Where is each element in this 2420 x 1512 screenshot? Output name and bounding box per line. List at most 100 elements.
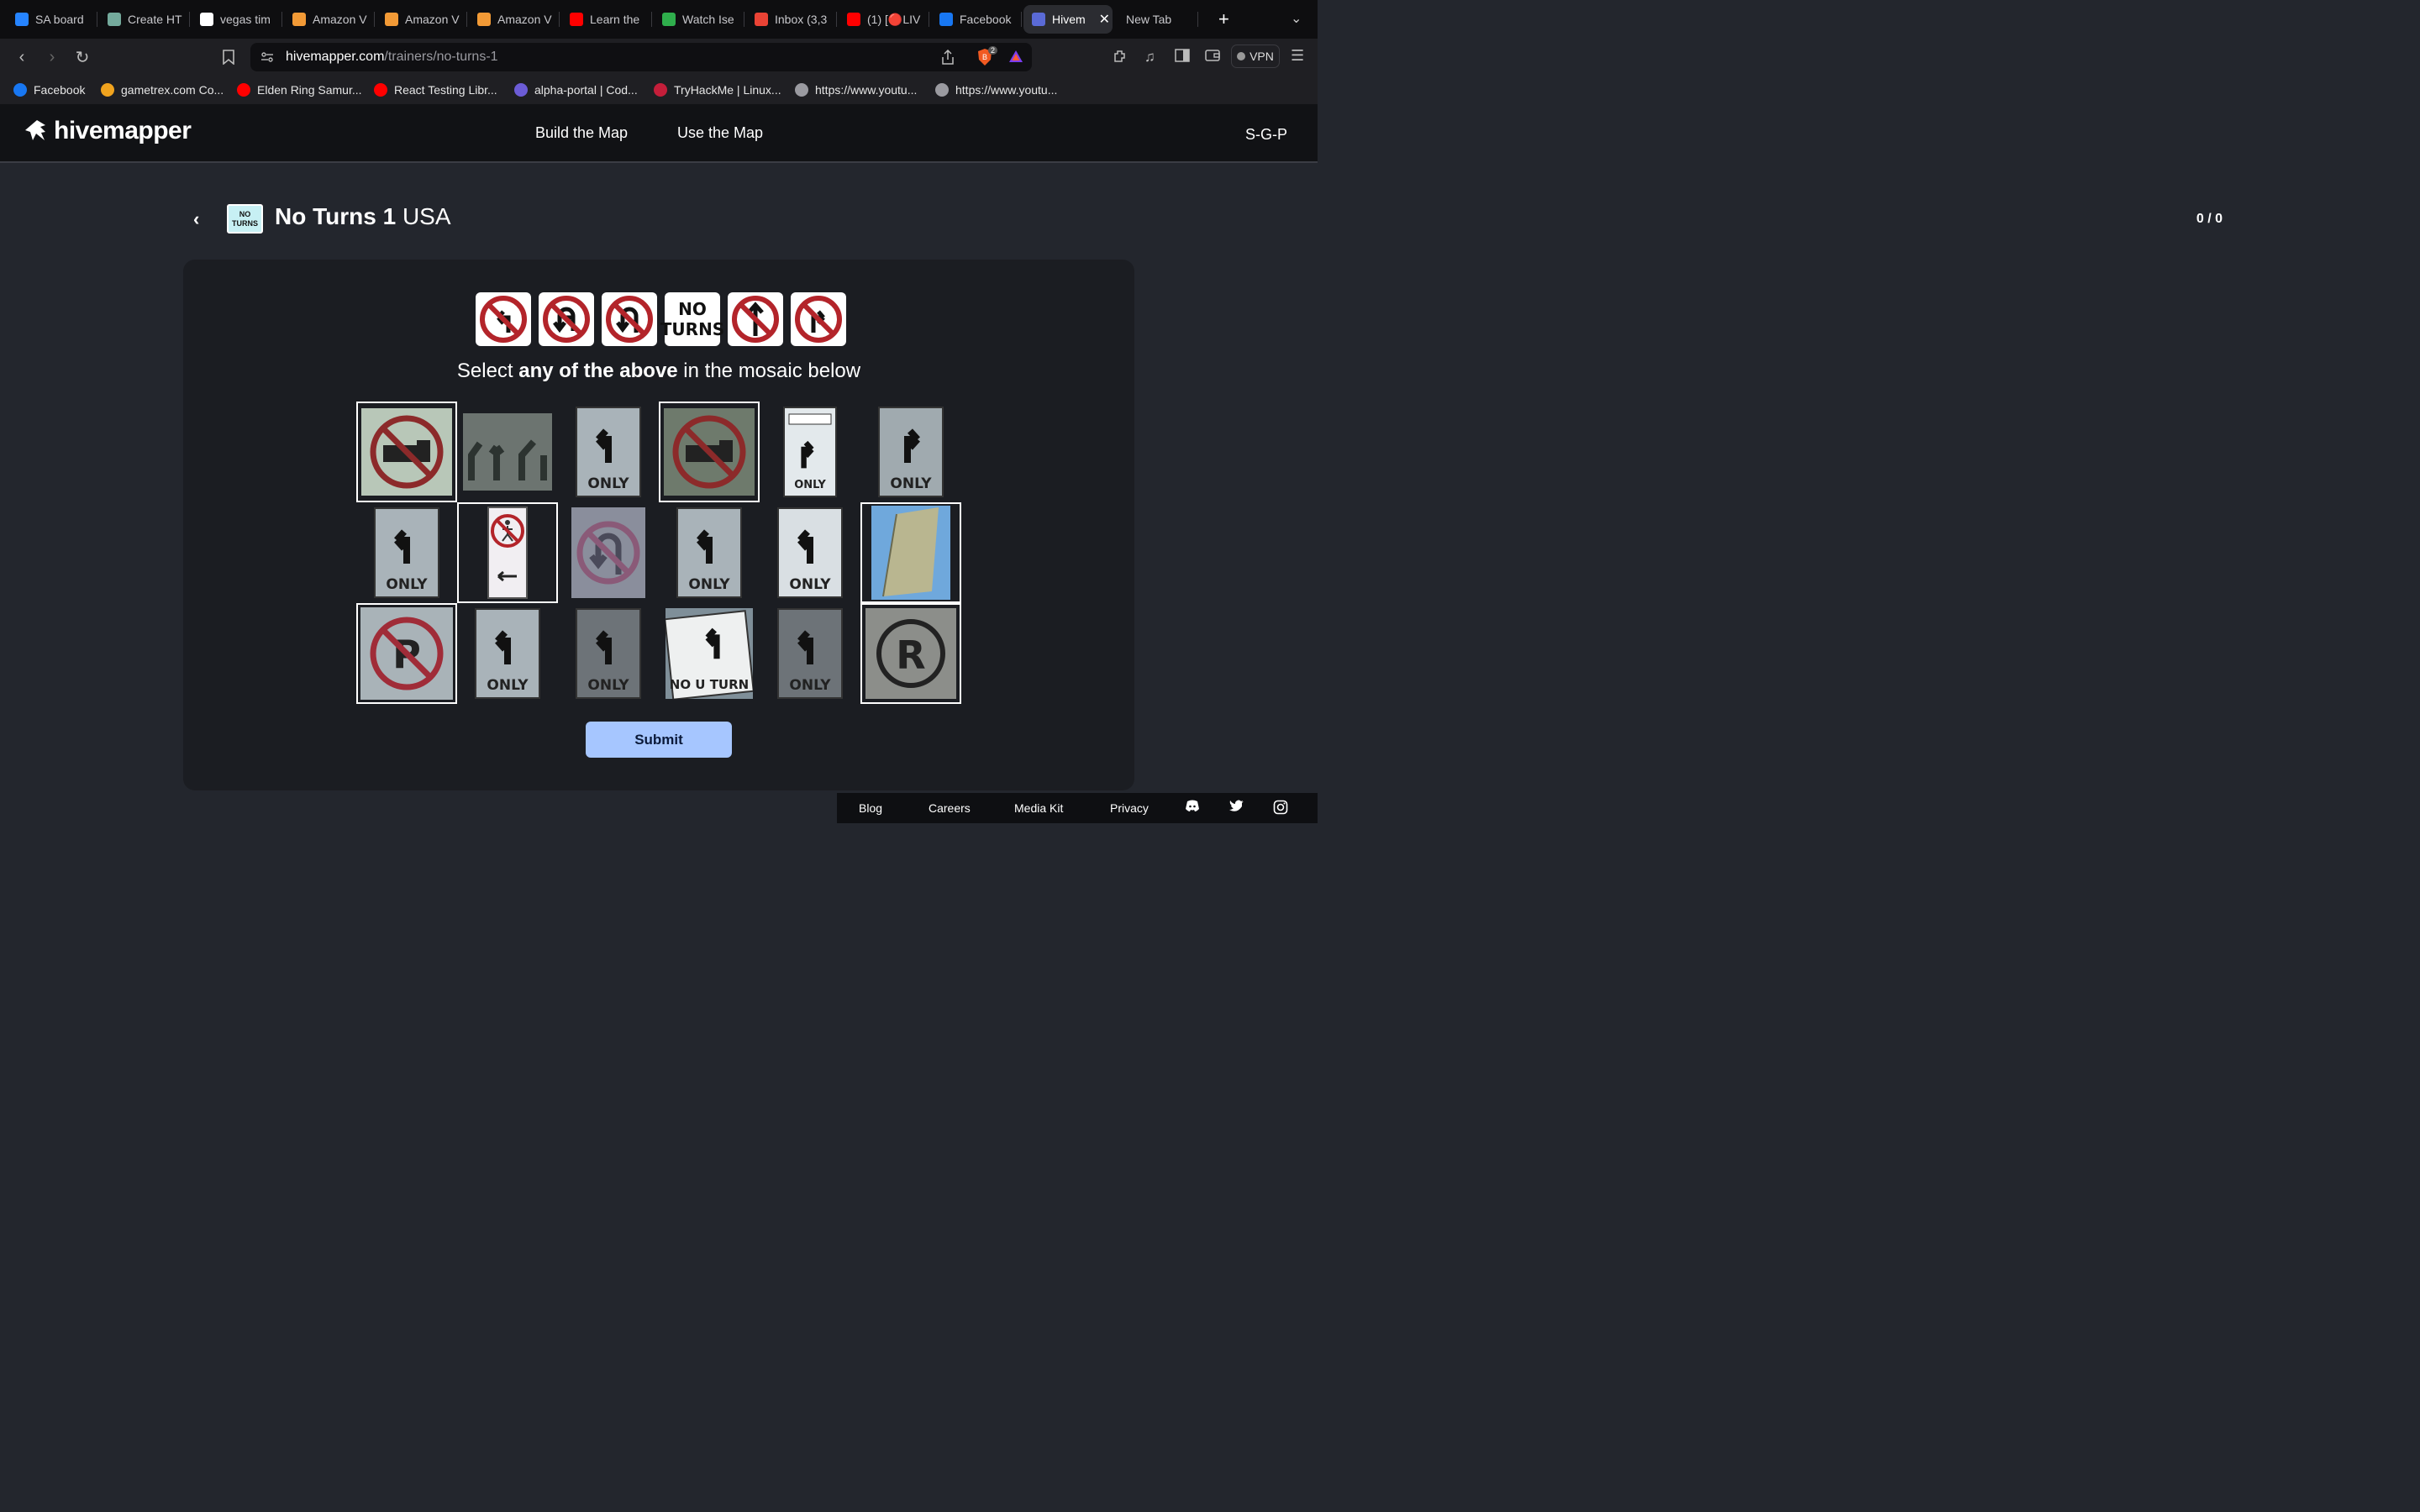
tab-3[interactable]: Amazon V [284, 0, 375, 39]
bookmark-favicon-icon [237, 83, 250, 97]
mosaic-tile-parking-circle[interactable]: R [860, 603, 961, 704]
parking-circle-sign-image: R [865, 608, 956, 699]
mosaic-tile-no-u-turn-blur[interactable] [558, 502, 659, 603]
tab-6[interactable]: Learn the [561, 0, 652, 39]
mosaic-tile-left-only[interactable]: ONLY [356, 502, 457, 603]
hivemapper-logo[interactable]: hivemapper [24, 117, 192, 145]
facebook-icon [939, 13, 953, 26]
badge-line1: NO [239, 210, 251, 218]
instruction-text: Select any of the above in the mosaic be… [0, 360, 1318, 383]
mosaic-tile-right-only-small[interactable]: ONLY [760, 402, 860, 502]
no-turns-text-sign: NO TURNS [660, 292, 724, 346]
submit-button[interactable]: Submit [586, 722, 732, 758]
nav-use-the-map[interactable]: Use the Map [677, 124, 763, 142]
tab-4[interactable]: Amazon V [376, 0, 467, 39]
mosaic-tile-no-trucks[interactable] [356, 402, 457, 502]
bookmark-1[interactable]: gametrex.com Co... [101, 76, 224, 104]
tab-5[interactable]: Amazon V [469, 0, 560, 39]
wallet-icon[interactable] [1205, 49, 1220, 66]
vpn-button[interactable]: VPN [1231, 45, 1280, 68]
right-only-sign-image: ONLY [872, 406, 950, 498]
tab-9[interactable]: (1) [🔴LIV [839, 0, 929, 39]
hivemapper-logo-icon [25, 120, 45, 140]
close-tab-icon[interactable]: ✕ [1099, 11, 1110, 28]
site-settings-icon[interactable] [260, 50, 274, 68]
tv-icon [662, 13, 676, 26]
back-icon[interactable]: ‹ [12, 47, 32, 67]
mosaic-tile-left-no-u-turn[interactable]: NO U TURN [659, 603, 760, 704]
svg-text:ONLY: ONLY [688, 576, 730, 593]
footer-link-privacy[interactable]: Privacy [1110, 801, 1149, 815]
share-icon[interactable] [941, 49, 955, 69]
brave-rewards-icon[interactable] [1008, 50, 1023, 67]
bookmark-0[interactable]: Facebook [13, 76, 85, 104]
tab-12[interactable]: New Tab [1118, 0, 1198, 39]
bookmark-4[interactable]: alpha-portal | Cod... [514, 76, 638, 104]
new-tab-button[interactable]: + [1218, 10, 1229, 29]
footer-link-careers[interactable]: Careers [929, 801, 971, 815]
youtube-icon [570, 13, 583, 26]
no-parking-sign-image: P [360, 607, 453, 700]
bookmark-favicon-icon [654, 83, 667, 97]
mosaic-tile-blank-sign[interactable] [860, 502, 961, 603]
tab-10[interactable]: Facebook [931, 0, 1022, 39]
tab-2[interactable]: vegas tim [192, 0, 282, 39]
footer-link-blog[interactable]: Blog [859, 801, 882, 815]
svg-text:ONLY: ONLY [794, 479, 826, 491]
tab-separator [466, 12, 467, 27]
vpn-status-icon [1237, 52, 1246, 60]
back-arrow-icon[interactable]: ‹ [193, 208, 199, 230]
tab-list-chevron-icon[interactable]: ⌄ [1291, 10, 1302, 27]
tab-label: vegas tim [220, 13, 271, 26]
bookmark-icon[interactable] [218, 47, 239, 67]
tab-7[interactable]: Watch Ise [654, 0, 744, 39]
bookmark-favicon-icon [101, 83, 114, 97]
music-icon[interactable]: ♫ [1144, 49, 1155, 66]
bookmark-3[interactable]: React Testing Libr... [374, 76, 497, 104]
mosaic-tile-no-pedestrians[interactable] [457, 502, 558, 603]
address-bar[interactable]: hivemapper.com/trainers/no-turns-1 B 2 [250, 43, 1032, 71]
no-left-turn-sign [476, 292, 531, 346]
ref-text-line1: NO [678, 299, 707, 319]
twitter-icon[interactable] [1229, 800, 1244, 815]
discord-icon[interactable] [1185, 800, 1200, 815]
svg-text:ONLY: ONLY [386, 576, 428, 593]
progress-counter: 0 / 0 [2196, 212, 2223, 226]
sidebar-icon[interactable] [1175, 49, 1190, 66]
tab-8[interactable]: Inbox (3,3 [746, 0, 837, 39]
bookmark-6[interactable]: https://www.youtu... [795, 76, 917, 104]
mosaic-tile-no-trucks-dark[interactable] [659, 402, 760, 502]
tab-label: Hivem [1052, 13, 1086, 26]
mosaic-tile-left-only[interactable]: ONLY [659, 502, 760, 603]
blank-sign-sign-image [871, 506, 950, 600]
extensions-icon[interactable] [1113, 49, 1128, 68]
browser-tab-bar: SA board Create HT vegas tim Amazon V Amazon… [0, 0, 1318, 39]
mosaic-tile-left-only[interactable]: ONLY [558, 402, 659, 502]
mosaic-tile-no-parking[interactable]: P [356, 603, 457, 704]
bookmark-5[interactable]: TryHackMe | Linux... [654, 76, 781, 104]
no-u-turn-blur-sign-image [571, 507, 645, 598]
no-pedestrians-sign-image [487, 506, 529, 600]
menu-icon[interactable]: ☰ [1291, 47, 1304, 65]
no-left-u-turn-sign [539, 292, 594, 346]
bookmark-favicon-icon [935, 83, 949, 97]
user-menu[interactable]: S-G-P [1245, 126, 1287, 144]
mosaic-tile-lane-arrows[interactable] [457, 402, 558, 502]
bookmark-2[interactable]: Elden Ring Samur... [237, 76, 362, 104]
instagram-icon[interactable] [1273, 800, 1288, 815]
reload-icon[interactable]: ↻ [72, 47, 92, 67]
forward-icon[interactable]: › [42, 47, 62, 67]
mosaic-tile-right-only[interactable]: ONLY [860, 402, 961, 502]
mosaic-tile-left-only-bright[interactable]: ONLY [760, 502, 860, 603]
shields-count-badge: 2 [988, 46, 998, 55]
tab-1[interactable]: Create HT [99, 0, 190, 39]
mosaic-tile-left-only[interactable]: ONLY [457, 603, 558, 704]
footer-link-media-kit[interactable]: Media Kit [1014, 801, 1063, 815]
mosaic-tile-left-only-dark[interactable]: ONLY [760, 603, 860, 704]
tab-0[interactable]: SA board [7, 0, 97, 39]
nav-build-the-map[interactable]: Build the Map [535, 124, 628, 142]
mosaic-tile-left-only-dark[interactable]: ONLY [558, 603, 659, 704]
bookmark-7[interactable]: https://www.youtu... [935, 76, 1057, 104]
tab-11[interactable]: Hivem ✕ [1023, 5, 1113, 34]
left-only-dark-sign-image: ONLY [571, 607, 646, 700]
